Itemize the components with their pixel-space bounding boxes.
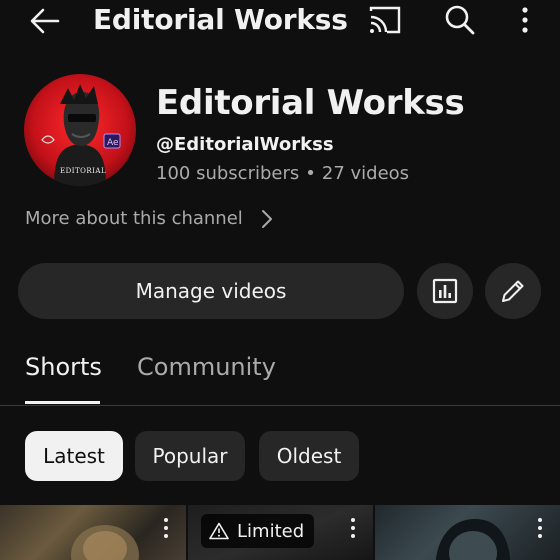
chip-popular[interactable]: Popular [135, 431, 245, 481]
subscriber-count: 100 subscribers [156, 163, 300, 184]
avatar-caption: EDITORIAL [60, 167, 107, 175]
avatar-badge: Ae [107, 138, 119, 148]
app-bar-title: Editorial Workss [93, 3, 348, 36]
short-more-icon[interactable] [349, 517, 357, 539]
short-thumbnail[interactable] [375, 505, 560, 560]
video-count: 27 videos [321, 163, 410, 184]
top-app-bar: Editorial Workss [0, 0, 560, 44]
edit-channel-button[interactable] [485, 263, 541, 319]
chip-oldest[interactable]: Oldest [259, 431, 359, 481]
cast-icon[interactable] [368, 5, 402, 35]
short-thumbnail[interactable] [0, 505, 186, 560]
tab-shorts[interactable]: Shorts [25, 353, 102, 381]
tab-community[interactable]: Community [137, 353, 276, 381]
thumbnail-figure [71, 525, 139, 560]
edit-pencil-icon [502, 280, 524, 302]
analytics-button[interactable] [417, 263, 473, 319]
search-icon[interactable] [444, 4, 476, 36]
analytics-icon [432, 278, 458, 304]
limited-label: Limited [237, 520, 305, 542]
limited-badge: Limited [201, 514, 315, 548]
back-arrow-icon[interactable] [28, 4, 62, 38]
channel-stats: 100 subscribers • 27 videos [156, 163, 409, 184]
tab-selected-indicator [25, 401, 100, 404]
more-about-channel-link[interactable]: More about this channel [25, 208, 273, 229]
more-vert-icon[interactable] [516, 4, 534, 36]
warning-icon [209, 522, 229, 540]
stats-separator: • [305, 163, 316, 184]
short-more-icon[interactable] [162, 517, 170, 539]
chevron-right-icon [261, 209, 272, 228]
thumbnail-figure [435, 519, 511, 560]
short-more-icon[interactable] [536, 517, 544, 539]
manage-videos-button[interactable]: Manage videos [18, 263, 404, 319]
more-about-label: More about this channel [25, 208, 243, 229]
channel-name: Editorial Workss [156, 83, 465, 123]
channel-handle: @EditorialWorkss [156, 134, 334, 155]
channel-tabs: Shorts Community [0, 340, 560, 406]
chip-latest[interactable]: Latest [25, 431, 123, 481]
